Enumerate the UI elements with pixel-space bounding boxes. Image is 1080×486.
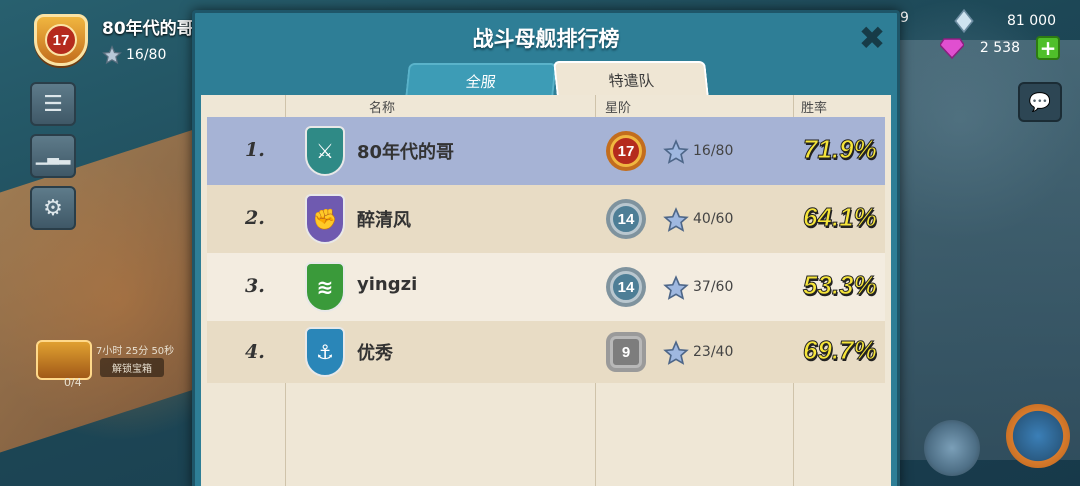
chest-subtitle: 解锁宝箱 [100, 358, 164, 377]
ranking-icon: ▁▃▂ [35, 147, 71, 165]
star-icon [663, 275, 689, 300]
chest-timer-text: 7小时 25分 50秒 [96, 346, 175, 357]
leaderboard-modal: 战斗母舰排行榜 ✖ 全服 特遣队 名称 星阶 胜率 1. ⚔ 80年代的哥 17… [192, 10, 900, 486]
tier-level: 14 [610, 271, 642, 303]
tier-level: 14 [610, 203, 642, 235]
rank-number: 1. [245, 139, 265, 161]
tier-badge: 17 [601, 126, 651, 176]
tier-level: 17 [610, 135, 642, 167]
chat-button[interactable]: 💬 [1018, 82, 1062, 122]
player-level-badge: 17 [34, 14, 88, 66]
player-level: 17 [45, 24, 77, 56]
tier-level: 9 [610, 336, 642, 368]
diamond-count: 81 000 [1007, 13, 1056, 29]
attack-map-button[interactable] [1006, 404, 1070, 468]
tier-badge: 9 [601, 327, 651, 377]
tab-global[interactable]: 全服 [405, 63, 557, 97]
chest-icon [36, 340, 92, 380]
star-icon [102, 45, 122, 65]
chat-icon: 💬 [1028, 91, 1052, 113]
chevron-rank-icon: ≋ [305, 262, 345, 312]
star-icon [663, 139, 689, 164]
team-name: 优秀 [357, 343, 393, 364]
leaderboard-button[interactable]: ▁▃▂ [30, 134, 76, 178]
player-header[interactable]: 17 80年代的哥 16/80 [34, 14, 194, 66]
diamond-icon [954, 8, 974, 34]
tab-global-label: 全服 [464, 72, 497, 91]
team-name: yingzi [357, 274, 418, 295]
column-header-name: 名称 [369, 101, 396, 116]
win-rate: 64.1% [803, 202, 878, 233]
player-stars: 16/80 [126, 47, 167, 63]
crossed-swords-icon: ⚔ [305, 126, 345, 176]
chest-timer[interactable]: 7小时 25分 50秒 解锁宝箱 0/4 [36, 336, 180, 389]
table-row[interactable]: 3. ≋ yingzi 14 37/60 53.3% [207, 253, 885, 321]
add-gems-button[interactable]: + [1036, 36, 1060, 60]
table-row[interactable]: 2. ✊ 醉清风 14 40/60 64.1% [207, 185, 885, 253]
gear-icon: ⚙ [43, 195, 63, 221]
column-header-tier: 星阶 [605, 101, 632, 116]
hamburger-icon: ☰ [43, 91, 63, 117]
menu-button[interactable]: ☰ [30, 82, 76, 126]
diamond-resource: 81 000 [951, 8, 1056, 34]
fist-icon: ✊ [305, 194, 345, 244]
headquarters-button[interactable] [924, 420, 980, 476]
player-name: 80年代的哥 [102, 19, 194, 39]
partial-resource: 9 [900, 10, 909, 26]
leaderboard-table: 名称 星阶 胜率 1. ⚔ 80年代的哥 17 16/80 71.9% 2. ✊… [201, 95, 891, 486]
tier-badge: 14 [601, 194, 651, 244]
table-row[interactable]: 4. ⚓ 优秀 9 23/40 69.7% [207, 321, 885, 383]
tier-stars: 16/80 [693, 143, 734, 159]
team-name: 80年代的哥 [357, 142, 455, 163]
column-header-winrate: 胜率 [801, 101, 828, 116]
star-icon [663, 207, 689, 232]
rank-number: 4. [245, 341, 265, 363]
trident-icon: ⚓ [305, 327, 345, 377]
win-rate: 69.7% [803, 335, 878, 366]
modal-title: 战斗母舰排行榜 [472, 27, 620, 51]
win-rate: 53.3% [803, 270, 878, 301]
tab-task-force-label: 特遣队 [607, 71, 655, 90]
star-icon [663, 340, 689, 365]
gem-count: 2 538 [979, 40, 1020, 56]
tier-stars: 23/40 [693, 344, 734, 360]
tier-stars: 37/60 [693, 279, 734, 295]
tier-stars: 40/60 [693, 211, 734, 227]
gem-resource: 2 538 + [939, 36, 1060, 60]
tab-task-force[interactable]: 特遣队 [553, 61, 709, 97]
gem-icon [939, 38, 964, 59]
settings-button[interactable]: ⚙ [30, 186, 76, 230]
chest-count: 0/4 [64, 376, 82, 389]
tier-badge: 14 [601, 262, 651, 312]
close-button[interactable]: ✖ [855, 21, 889, 55]
team-name: 醉清风 [357, 210, 411, 231]
rank-number: 3. [245, 275, 265, 297]
rank-number: 2. [245, 207, 265, 229]
win-rate: 71.9% [803, 134, 878, 165]
table-row[interactable]: 1. ⚔ 80年代的哥 17 16/80 71.9% [207, 117, 885, 185]
